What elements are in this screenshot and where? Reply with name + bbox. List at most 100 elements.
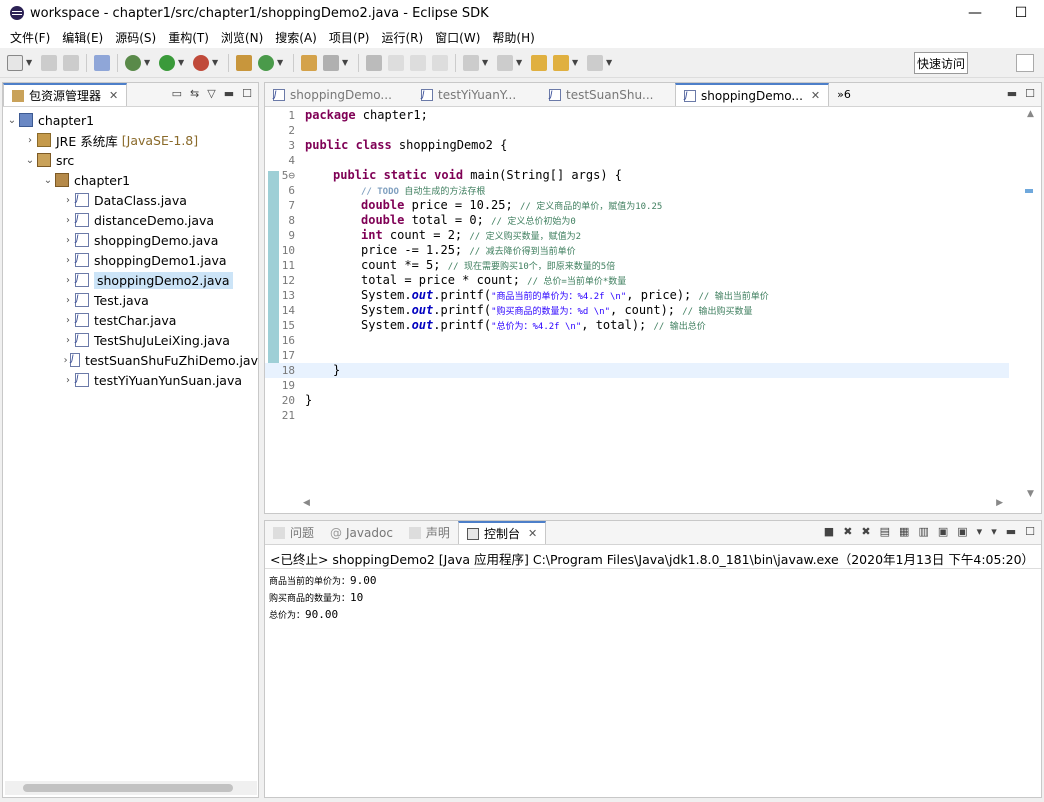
chevron-right-icon[interactable]: › xyxy=(61,355,70,366)
tree-item-src[interactable]: ⌄ src xyxy=(3,150,258,170)
code-line[interactable]: 21 xyxy=(265,408,1009,423)
run-icon[interactable] xyxy=(159,54,175,71)
editor-tab[interactable]: J testSuanShu... xyxy=(541,83,675,106)
code-line[interactable]: 11 count *= 5; // 现在需要购买10个，即原来数量的5倍 xyxy=(265,258,1009,273)
open-console-icon[interactable]: ▾ xyxy=(991,525,997,538)
menu-search[interactable]: 搜索(A) xyxy=(269,29,323,46)
code-line[interactable]: 17 xyxy=(265,348,1009,363)
search-dropdown-icon[interactable]: ▼ xyxy=(342,58,350,67)
code-line[interactable]: 16 xyxy=(265,333,1009,348)
scroll-down-icon[interactable]: ▼ xyxy=(1027,489,1034,499)
debug-icon[interactable] xyxy=(125,54,141,71)
tree-item-file[interactable]: › J Test.java xyxy=(3,290,258,310)
tree-item-file[interactable]: › J testYiYuanYunSuan.java xyxy=(3,370,258,390)
minimize-view-icon[interactable]: ▬ xyxy=(1007,87,1017,100)
forward-dropdown-icon[interactable]: ▼ xyxy=(606,58,614,67)
chevron-right-icon[interactable]: › xyxy=(61,375,75,386)
code-line[interactable]: 10 price -= 1.25; // 减去降价得到当前单价 xyxy=(265,243,1009,258)
tree-item-package[interactable]: ⌄ chapter1 xyxy=(3,170,258,190)
code-line[interactable]: 3 public class shoppingDemo2 { xyxy=(265,138,1009,153)
java-perspective-icon[interactable] xyxy=(1016,54,1034,72)
tab-problems[interactable]: 问题 xyxy=(265,521,322,544)
close-icon[interactable]: ✕ xyxy=(109,89,118,102)
minimize-button[interactable]: — xyxy=(952,0,998,26)
tree-item-file[interactable]: › J shoppingDemo.java xyxy=(3,230,258,250)
tab-javadoc[interactable]: @ Javadoc xyxy=(322,521,401,544)
code-line[interactable]: 13 System.out.printf("商品当前的单价为：%4.2f \n",… xyxy=(265,288,1009,303)
show-whitespace-icon[interactable] xyxy=(432,54,448,71)
chevron-right-icon[interactable]: › xyxy=(61,335,75,346)
editor-horizontal-scrollbar[interactable]: ◀ ▶ xyxy=(303,497,1003,511)
chevron-down-icon[interactable]: ⌄ xyxy=(23,155,37,166)
chevron-right-icon[interactable]: › xyxy=(23,135,37,146)
view-menu-icon[interactable]: ▽ xyxy=(207,87,215,100)
tree-item-jre[interactable]: › JRE 系统库 [JavaSE-1.8] xyxy=(3,130,258,150)
menu-help[interactable]: 帮助(H) xyxy=(486,29,540,46)
new-java-project-icon[interactable] xyxy=(236,54,252,71)
chevron-right-icon[interactable]: › xyxy=(61,235,75,246)
tab-declaration[interactable]: 声明 xyxy=(401,521,458,544)
chevron-right-icon[interactable]: › xyxy=(61,315,75,326)
maximize-view-icon[interactable]: ☐ xyxy=(242,87,252,100)
code-line[interactable]: 1 package chapter1; xyxy=(265,108,1009,123)
console-output[interactable]: 商品当前的单价为：9.00 购买商品的数量为：10 总价为：90.00 xyxy=(265,569,1041,628)
code-line[interactable]: 19 xyxy=(265,378,1009,393)
code-line[interactable]: 6 // TODO 自动生成的方法存根 xyxy=(265,183,1009,198)
menu-source[interactable]: 源码(S) xyxy=(109,29,162,46)
word-wrap-icon[interactable]: ▥ xyxy=(918,525,928,538)
block-selection-icon[interactable] xyxy=(410,54,426,71)
chevron-down-icon[interactable]: ⌄ xyxy=(5,115,19,126)
chevron-right-icon[interactable]: › xyxy=(61,255,75,266)
tree-item-file[interactable]: › J DataClass.java xyxy=(3,190,258,210)
show-console-icon[interactable]: ▣ xyxy=(938,525,948,538)
editor-tab-active[interactable]: J shoppingDemo... ✕ xyxy=(675,83,830,106)
menu-navigate[interactable]: 浏览(N) xyxy=(215,29,269,46)
code-line[interactable]: 4 xyxy=(265,153,1009,168)
back-icon[interactable] xyxy=(553,54,569,71)
previous-annotation-icon[interactable] xyxy=(497,54,513,71)
minimize-view-icon[interactable]: ▬ xyxy=(1006,525,1016,538)
save-icon[interactable] xyxy=(41,54,57,71)
skip-breakpoints-icon[interactable] xyxy=(94,54,110,71)
terminate-icon[interactable]: ■ xyxy=(824,525,834,538)
run-dropdown-icon[interactable]: ▼ xyxy=(178,58,186,67)
minimize-view-icon[interactable]: ▬ xyxy=(224,87,234,100)
display-selected-console-icon[interactable]: ▾ xyxy=(977,525,983,538)
new-icon[interactable] xyxy=(7,54,23,71)
new-class-dropdown-icon[interactable]: ▼ xyxy=(277,58,285,67)
new-class-icon[interactable] xyxy=(258,54,274,71)
forward-icon[interactable] xyxy=(587,54,603,71)
previous-annotation-dropdown-icon[interactable]: ▼ xyxy=(516,58,524,67)
back-dropdown-icon[interactable]: ▼ xyxy=(572,58,580,67)
new-dropdown-icon[interactable]: ▼ xyxy=(26,58,34,67)
code-editor[interactable]: 1 package chapter1; 2 3 public class shopp… xyxy=(265,108,1041,498)
maximize-button[interactable]: ☐ xyxy=(998,0,1044,26)
editor-tab[interactable]: J testYiYuanY... xyxy=(413,83,541,106)
quick-access-button[interactable]: 快速访问 xyxy=(914,52,968,74)
chevron-right-icon[interactable]: › xyxy=(61,195,75,206)
code-line[interactable]: 8 double total = 0; // 定义总价初始为0 xyxy=(265,213,1009,228)
code-line[interactable]: 20} xyxy=(265,393,1009,408)
last-edit-location-icon[interactable] xyxy=(531,54,547,71)
next-annotation-dropdown-icon[interactable]: ▼ xyxy=(482,58,490,67)
toggle-mark-icon[interactable] xyxy=(366,54,382,71)
code-line[interactable]: 7 double price = 10.25; // 定义商品的单价，赋值为10.… xyxy=(265,198,1009,213)
chevron-right-icon[interactable]: › xyxy=(61,215,75,226)
debug-dropdown-icon[interactable]: ▼ xyxy=(144,58,152,67)
tab-console[interactable]: 控制台 ✕ xyxy=(457,521,547,544)
scroll-lock-icon[interactable]: ▦ xyxy=(899,525,909,538)
link-with-editor-icon[interactable]: ⇆ xyxy=(190,87,199,100)
tab-package-explorer[interactable]: 包资源管理器 ✕ xyxy=(3,83,128,106)
code-line[interactable]: 5⊖ public static void main(String[] args)… xyxy=(265,168,1009,183)
tree-item-file[interactable]: › J distanceDemo.java xyxy=(3,210,258,230)
code-line-current[interactable]: 18} xyxy=(265,363,1009,378)
chevron-right-icon[interactable]: › xyxy=(61,295,75,306)
collapse-all-icon[interactable]: ▭ xyxy=(172,87,182,100)
scroll-left-icon[interactable]: ◀ xyxy=(303,498,310,508)
maximize-view-icon[interactable]: ☐ xyxy=(1025,525,1035,538)
tree-item-file[interactable]: › J testChar.java xyxy=(3,310,258,330)
pin-console-icon[interactable]: ▣ xyxy=(957,525,967,538)
explorer-horizontal-scrollbar[interactable] xyxy=(5,781,257,795)
editor-vertical-scrollbar[interactable]: ▲ ▼ xyxy=(1025,109,1039,499)
edit-icon[interactable] xyxy=(388,54,404,71)
